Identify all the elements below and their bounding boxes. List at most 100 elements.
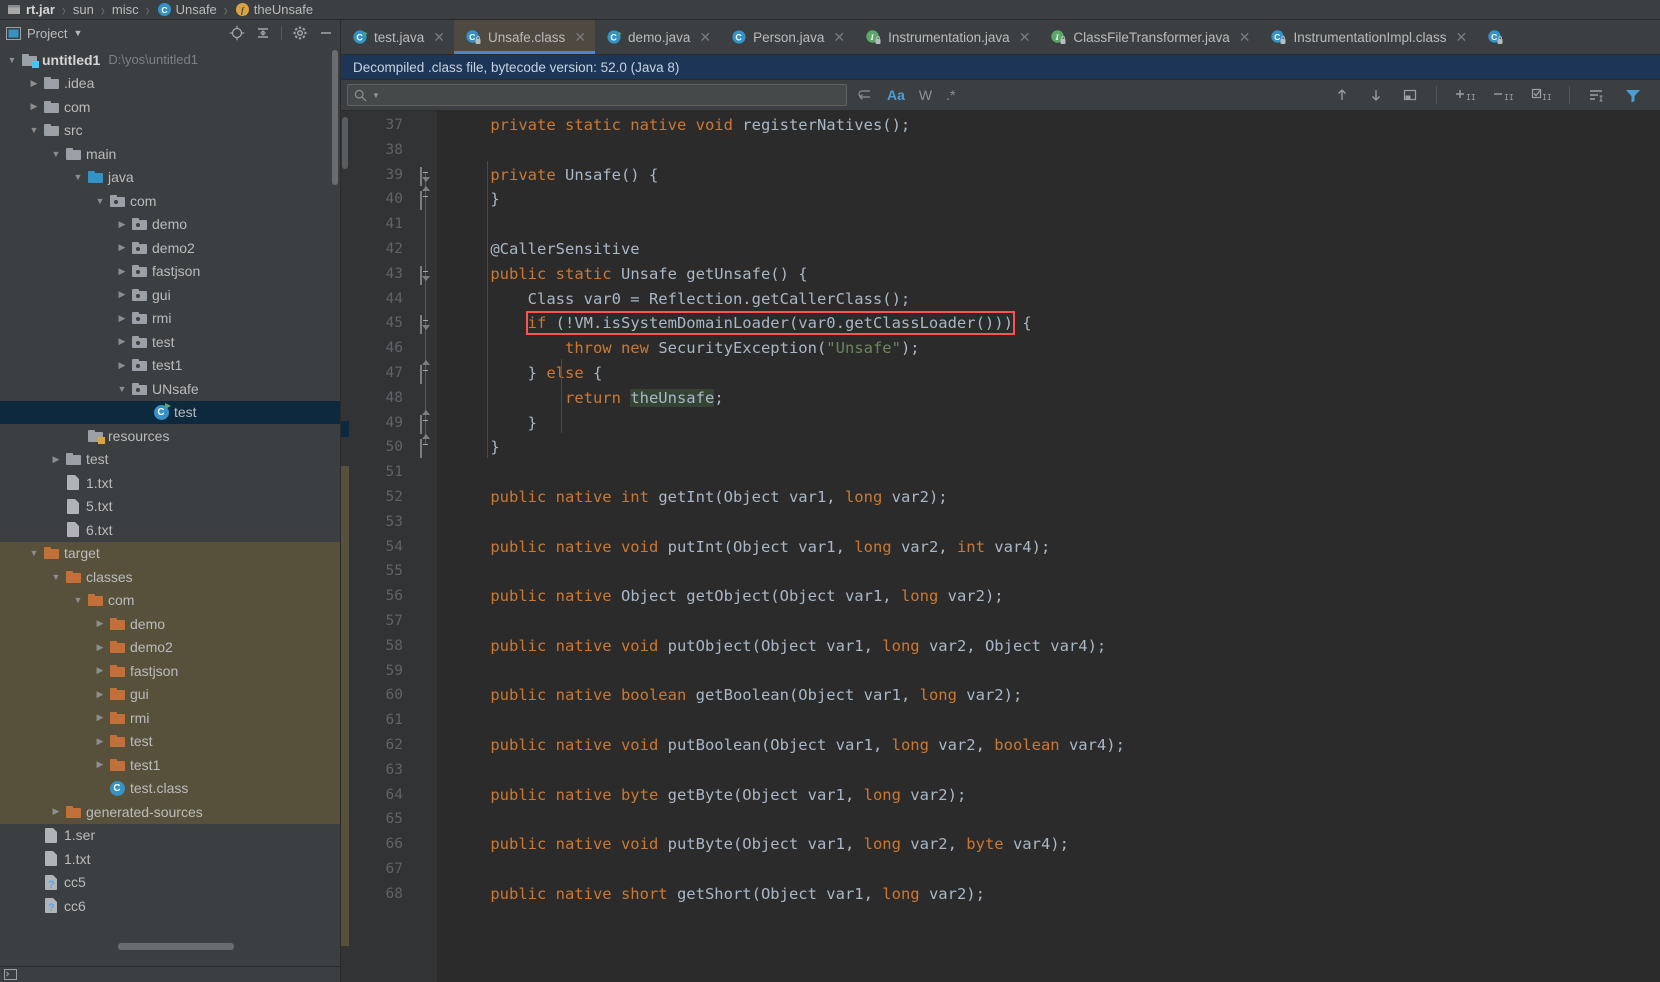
close-icon[interactable]: ✕ xyxy=(833,29,845,46)
twisty-collapsed-icon[interactable]: ▶ xyxy=(114,219,130,230)
search-text-field[interactable] xyxy=(384,87,840,103)
twisty-collapsed-icon[interactable]: ▶ xyxy=(92,618,108,629)
tree-item-test[interactable]: ▶ test xyxy=(0,448,340,472)
breadcrumb-item-unsafe[interactable]: C Unsafe xyxy=(156,2,218,17)
fold-marker-column[interactable] xyxy=(411,111,437,982)
breadcrumb-item-theunsafe[interactable]: f theUnsafe xyxy=(234,2,314,17)
tree-item-demo[interactable]: ▶ demo xyxy=(0,213,340,237)
breadcrumb-item-sun[interactable]: sun xyxy=(72,2,95,17)
close-icon[interactable]: ✕ xyxy=(433,29,445,46)
tree-item-demo[interactable]: ▶ demo xyxy=(0,612,340,636)
tree-item-test[interactable]: ▶ test xyxy=(0,330,340,354)
twisty-collapsed-icon[interactable]: ▶ xyxy=(92,665,108,676)
tree-item-target[interactable]: ▼ target xyxy=(0,541,340,565)
twisty-collapsed-icon[interactable]: ▶ xyxy=(92,759,108,770)
tree-item-main[interactable]: ▼ main xyxy=(0,142,340,166)
tree-item-cc6[interactable]: ? cc6 xyxy=(0,894,340,918)
tree-item-unsafe[interactable]: ▼ UNsafe xyxy=(0,377,340,401)
whole-words-toggle[interactable]: W xyxy=(919,87,932,103)
editor-left-marker-strip[interactable] xyxy=(341,111,349,982)
chevron-down-icon[interactable]: ▼ xyxy=(73,28,82,38)
tree-item-1-ser[interactable]: 1.ser xyxy=(0,824,340,848)
select-all-occurrences-icon[interactable]: II xyxy=(1531,87,1551,103)
tree-item-gui[interactable]: ▶ gui xyxy=(0,682,340,706)
twisty-expanded-icon[interactable]: ▼ xyxy=(70,595,86,605)
twisty-collapsed-icon[interactable]: ▶ xyxy=(92,689,108,700)
editor-tab-instrumentationimpl-class[interactable]: C InstrumentationImpl.class ✕ xyxy=(1259,20,1477,54)
fold-expand-icon[interactable] xyxy=(420,414,431,434)
find-options[interactable]: Aa W .* xyxy=(857,87,955,103)
twisty-expanded-icon[interactable]: ▼ xyxy=(26,548,42,558)
tree-item-src[interactable]: ▼ src xyxy=(0,119,340,143)
tree-item-com[interactable]: ▼ com xyxy=(0,189,340,213)
tree-item-cc5[interactable]: ? cc5 xyxy=(0,871,340,895)
tree-item-demo2[interactable]: ▶ demo2 xyxy=(0,635,340,659)
tree-item-test1[interactable]: ▶ test1 xyxy=(0,354,340,378)
twisty-collapsed-icon[interactable]: ▶ xyxy=(114,266,130,277)
twisty-collapsed-icon[interactable]: ▶ xyxy=(26,78,42,89)
tree-item--idea[interactable]: ▶ .idea xyxy=(0,72,340,96)
find-toolbar[interactable]: ▼ Aa W .* II II II xyxy=(341,80,1660,111)
tree-vertical-scrollbar[interactable] xyxy=(332,50,338,185)
next-occurrence-icon[interactable] xyxy=(1368,87,1384,103)
tree-item-generated-sources[interactable]: ▶ generated-sources xyxy=(0,800,340,824)
editor-tab-bar[interactable]: Ctest.java ✕ C Unsafe.class ✕ Cdemo.java ✕ C Per… xyxy=(341,20,1660,55)
hide-panel-icon[interactable] xyxy=(318,25,334,41)
twisty-expanded-icon[interactable]: ▼ xyxy=(92,196,108,206)
close-icon[interactable]: ✕ xyxy=(1456,29,1468,46)
twisty-expanded-icon[interactable]: ▼ xyxy=(4,55,20,65)
fold-expand-icon[interactable] xyxy=(420,365,431,384)
twisty-collapsed-icon[interactable]: ▶ xyxy=(92,642,108,653)
filter-icon[interactable] xyxy=(1624,87,1642,103)
search-input[interactable]: ▼ xyxy=(347,84,847,106)
twisty-collapsed-icon[interactable]: ▶ xyxy=(114,242,130,253)
regex-toggle[interactable]: .* xyxy=(946,87,955,103)
twisty-collapsed-icon[interactable]: ▶ xyxy=(48,454,64,465)
fold-collapse-icon[interactable] xyxy=(420,315,431,335)
tree-item-test-class[interactable]: Ctest.class xyxy=(0,776,340,800)
code-editor[interactable]: 37 38 39 40 41 42 43 44 45 46 47 48 49 50 51 52 53 54 55 56… xyxy=(341,111,1660,982)
terminal-icon[interactable] xyxy=(4,969,17,980)
close-icon[interactable]: ✕ xyxy=(1019,29,1031,46)
collapse-all-icon[interactable] xyxy=(255,25,271,41)
code-content[interactable]: private static native void registerNativ… xyxy=(437,111,1648,982)
tree-item-java[interactable]: ▼ java xyxy=(0,166,340,190)
breadcrumb-item-misc[interactable]: misc xyxy=(111,2,140,17)
editor-tab-demo-java[interactable]: Cdemo.java ✕ xyxy=(595,20,721,54)
fold-collapse-icon[interactable] xyxy=(420,265,431,285)
tree-item-1-txt[interactable]: 1.txt xyxy=(0,847,340,871)
fold-expand-icon[interactable] xyxy=(420,191,431,211)
tree-item-demo2[interactable]: ▶ demo2 xyxy=(0,236,340,260)
twisty-expanded-icon[interactable]: ▼ xyxy=(70,172,86,182)
find-right-tools[interactable]: II II II xyxy=(1334,86,1660,104)
error-stripe-scrollbar[interactable] xyxy=(1648,111,1660,982)
editor-tab-person-java[interactable]: C Person.java ✕ xyxy=(720,20,855,54)
twisty-collapsed-icon[interactable]: ▶ xyxy=(92,712,108,723)
twisty-expanded-icon[interactable]: ▼ xyxy=(26,125,42,135)
tree-item-fastjson[interactable]: ▶ fastjson xyxy=(0,260,340,284)
tree-item-1-txt[interactable]: 1.txt xyxy=(0,471,340,495)
twisty-expanded-icon[interactable]: ▼ xyxy=(48,149,64,159)
editor-tab-overflow[interactable]: C xyxy=(1476,20,1520,54)
twisty-collapsed-icon[interactable]: ▶ xyxy=(114,313,130,324)
tree-item-test[interactable]: Ctest xyxy=(0,400,340,424)
twisty-collapsed-icon[interactable]: ▶ xyxy=(48,806,64,817)
twisty-collapsed-icon[interactable]: ▶ xyxy=(114,336,130,347)
expand-all-icon[interactable]: II xyxy=(1455,87,1475,103)
tree-item-5-txt[interactable]: 5.txt xyxy=(0,495,340,519)
wrap-search-icon[interactable] xyxy=(857,88,873,102)
editor-tab-instrumentation-java[interactable]: I Instrumentation.java ✕ xyxy=(854,20,1040,54)
tree-horizontal-scrollbar[interactable] xyxy=(118,943,234,950)
close-icon[interactable]: ✕ xyxy=(699,29,711,46)
twisty-collapsed-icon[interactable]: ▶ xyxy=(114,360,130,371)
fold-collapse-icon[interactable] xyxy=(420,166,431,186)
tree-item-test1[interactable]: ▶ test1 xyxy=(0,753,340,777)
sort-icon[interactable] xyxy=(1588,87,1606,103)
locate-icon[interactable] xyxy=(229,25,245,41)
twisty-expanded-icon[interactable]: ▼ xyxy=(48,572,64,582)
open-in-find-window-icon[interactable] xyxy=(1402,87,1418,103)
tree-item-resources[interactable]: resources xyxy=(0,424,340,448)
project-tree[interactable]: ▼ untitled1 D:\yos\untitled1 ▶ .idea ▶ com ▼ src… xyxy=(0,46,340,966)
breadcrumb-item-rt-jar[interactable]: rt.jar xyxy=(6,2,56,17)
editor-tab-test-java[interactable]: Ctest.java ✕ xyxy=(341,20,455,54)
